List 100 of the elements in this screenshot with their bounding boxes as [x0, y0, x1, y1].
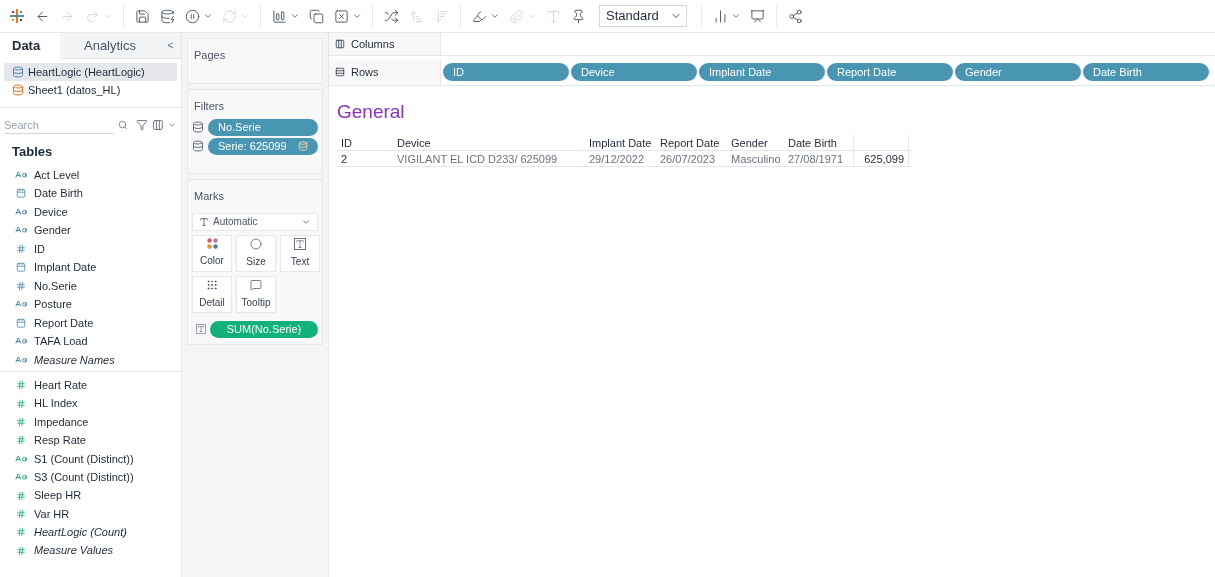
- string-type-icon: [14, 452, 28, 465]
- bar-chart-icon[interactable]: [713, 8, 728, 24]
- search-field[interactable]: Search: [4, 116, 114, 134]
- size-icon: [250, 237, 262, 250]
- mark-property-button[interactable]: Color: [192, 234, 232, 272]
- measure-field[interactable]: Resp Rate: [34, 432, 86, 449]
- presentation-icon[interactable]: [750, 8, 765, 24]
- hash-icon: [16, 280, 26, 291]
- filter-icon[interactable]: [135, 119, 148, 131]
- measure-field[interactable]: S1 (Count (Distinct)): [34, 450, 134, 467]
- column-header: Device: [396, 135, 432, 150]
- hash-icon: [16, 527, 26, 538]
- dimension-field[interactable]: Date Birth: [34, 185, 83, 202]
- database-plus-icon[interactable]: [160, 8, 175, 24]
- measure-field[interactable]: HeartLogic (Count): [34, 524, 127, 541]
- column-header: ID: [340, 135, 353, 150]
- fit-value: Standard: [605, 7, 660, 26]
- caret-icon[interactable]: [352, 11, 362, 21]
- fit-dropdown[interactable]: Standard: [599, 5, 687, 27]
- measure-field[interactable]: Heart Rate: [34, 376, 88, 394]
- text-icon: [199, 216, 209, 227]
- text-icon: [294, 237, 306, 250]
- string-type-icon: [14, 168, 28, 181]
- caret-icon[interactable]: [203, 11, 213, 21]
- dimension-field[interactable]: Gender: [34, 222, 71, 239]
- datasource-item[interactable]: Sheet1 (datos_HL): [4, 81, 177, 99]
- sheet-title: General: [337, 100, 406, 124]
- table-cell-text: 26/07/2023: [659, 151, 717, 166]
- measure-field[interactable]: Measure Values: [34, 542, 114, 559]
- measure-field[interactable]: Sleep HR: [34, 487, 82, 504]
- hash-icon: [16, 435, 26, 446]
- dimension-field[interactable]: TAFA Load: [34, 333, 88, 350]
- logo-icon[interactable]: [10, 9, 24, 23]
- card-title: Pages: [193, 49, 227, 61]
- caret-icon[interactable]: [167, 120, 177, 130]
- hash-icon: [16, 508, 26, 519]
- dimension-field[interactable]: Implant Date: [34, 259, 97, 276]
- database-icon: [12, 84, 24, 96]
- dimension-field[interactable]: Posture: [34, 296, 72, 313]
- tables-heading: Tables: [11, 143, 54, 161]
- table-cell-text: Masculino: [730, 151, 782, 166]
- measure-field[interactable]: Impedance: [34, 413, 89, 431]
- database-icon: [12, 66, 24, 78]
- calendar-icon: [16, 317, 26, 328]
- tooltip-icon: [250, 278, 262, 291]
- dimension-field[interactable]: Measure Names: [34, 351, 115, 368]
- hash-icon: [16, 416, 26, 427]
- caret-icon[interactable]: [490, 11, 500, 21]
- table-cell-text: 27/08/1971: [787, 151, 845, 166]
- mark-property-button[interactable]: Size: [236, 234, 276, 272]
- string-type-icon: [14, 353, 28, 366]
- text-icon: [196, 324, 206, 334]
- collapse-button[interactable]: <: [160, 33, 181, 59]
- mark-type-dropdown[interactable]: Automatic: [192, 212, 318, 231]
- pause-icon[interactable]: [185, 8, 200, 24]
- swap-icon[interactable]: [384, 8, 399, 24]
- measure-field[interactable]: S3 (Count (Distinct)): [34, 468, 134, 486]
- highlighter-icon[interactable]: [472, 8, 487, 24]
- dimension-field[interactable]: Report Date: [34, 314, 94, 331]
- measure-field[interactable]: HL Index: [34, 395, 78, 412]
- mark-property-button[interactable]: Tooltip: [236, 275, 276, 313]
- string-type-icon: [14, 205, 28, 218]
- share-icon[interactable]: [788, 8, 803, 24]
- column-header: Implant Date: [588, 135, 653, 150]
- detail-dots-icon: [206, 278, 218, 291]
- color-dots-icon: [206, 238, 218, 249]
- rows-icon: [335, 67, 345, 77]
- hash-icon: [16, 243, 26, 254]
- view-icon[interactable]: [151, 119, 164, 131]
- column-header: Date Birth: [787, 135, 838, 150]
- measure-field[interactable]: Var HR: [34, 505, 70, 523]
- calendar-icon: [16, 262, 26, 273]
- dimension-field[interactable]: No.Serie: [34, 277, 77, 294]
- mark-property-button[interactable]: Text: [280, 234, 320, 272]
- clear-sheet-icon[interactable]: [334, 8, 349, 24]
- hash-icon: [16, 490, 26, 501]
- context-icon: [298, 141, 308, 151]
- datasource-label: Sheet1 (datos_HL): [28, 82, 121, 98]
- datasource-item[interactable]: HeartLogic (HeartLogic): [4, 63, 177, 81]
- filter-field-icon: [192, 121, 204, 133]
- column-header: Report Date: [659, 135, 721, 150]
- datasource-label: HeartLogic (HeartLogic): [28, 64, 145, 80]
- mark-property-button[interactable]: Detail: [192, 275, 232, 313]
- duplicate-icon[interactable]: [309, 8, 324, 24]
- card-title: Filters: [193, 99, 225, 114]
- table-cell-text: VIGILANT EL ICD D233/ 625099: [396, 151, 559, 166]
- back-arrow-icon[interactable]: [35, 8, 50, 24]
- table-cell: 625,099: [853, 150, 909, 166]
- filter-field-icon: [192, 140, 204, 152]
- pin-icon[interactable]: [571, 8, 586, 24]
- search-icon[interactable]: [118, 120, 128, 130]
- bar-chart-plus-icon[interactable]: [272, 8, 287, 24]
- caret-icon[interactable]: [731, 11, 741, 21]
- dimension-field[interactable]: Act Level: [34, 166, 80, 183]
- pane-tab[interactable]: Analytics: [60, 33, 160, 59]
- shelf-label: Rows: [351, 64, 379, 80]
- dimension-field[interactable]: ID: [34, 240, 45, 257]
- save-icon[interactable]: [135, 8, 150, 24]
- caret-icon[interactable]: [290, 11, 300, 21]
- dimension-field[interactable]: Device: [34, 203, 68, 220]
